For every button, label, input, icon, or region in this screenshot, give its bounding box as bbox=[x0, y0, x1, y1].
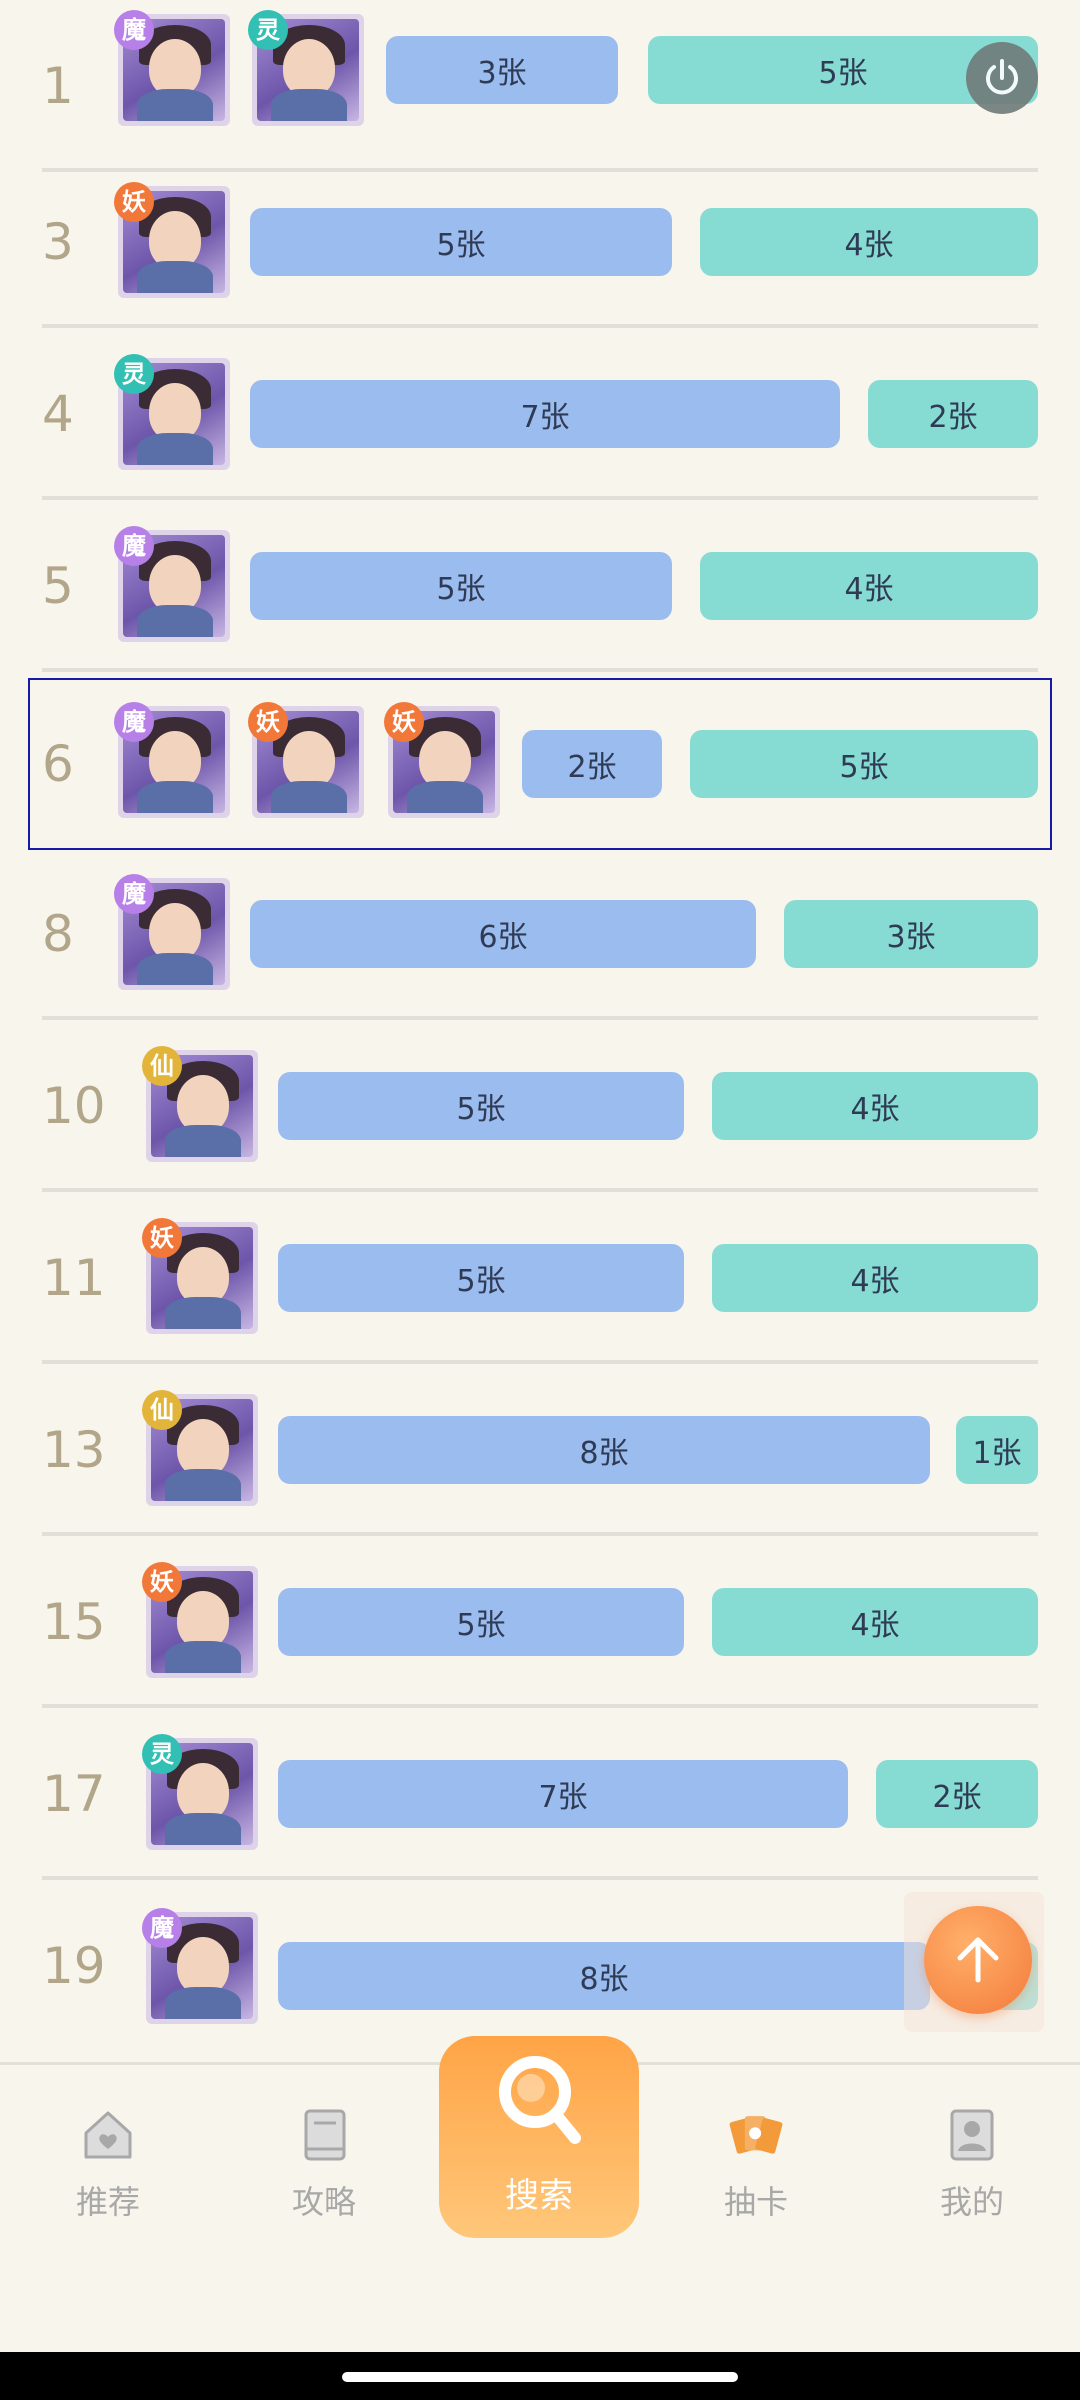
card-count-bar-blue: 2张 bbox=[522, 730, 662, 798]
faction-badge: 仙 bbox=[142, 1390, 182, 1430]
rank-number: 11 bbox=[42, 1249, 106, 1307]
rank-number: 6 bbox=[42, 735, 74, 793]
card-count-bar-blue: 8张 bbox=[278, 1942, 930, 2010]
list-item[interactable]: 3 妖 5张 4张 bbox=[42, 156, 1038, 328]
card-count-bar-blue: 7张 bbox=[250, 380, 840, 448]
search-button[interactable]: 搜索 bbox=[439, 2036, 639, 2238]
list-item-selected[interactable]: 6 魔 妖 妖 2张 5张 bbox=[28, 678, 1052, 850]
character-avatar[interactable]: 妖 bbox=[384, 702, 500, 818]
character-avatar[interactable]: 灵 bbox=[114, 354, 230, 470]
faction-badge: 魔 bbox=[114, 874, 154, 914]
cards-icon bbox=[729, 2116, 783, 2154]
tab-recommend[interactable]: 推荐 bbox=[38, 2105, 178, 2223]
tab-guide[interactable]: 攻略 bbox=[254, 2105, 394, 2223]
card-count-bar-teal: 4张 bbox=[700, 552, 1038, 620]
card-count-bar-teal: 4张 bbox=[712, 1588, 1038, 1656]
scroll-top-button[interactable] bbox=[904, 1892, 1044, 2032]
character-avatar[interactable]: 灵 bbox=[142, 1734, 258, 1850]
power-button[interactable] bbox=[966, 42, 1038, 114]
faction-badge: 魔 bbox=[114, 702, 154, 742]
tab-label: 搜索 bbox=[505, 2176, 573, 2216]
card-count-bar-teal: 4张 bbox=[712, 1072, 1038, 1140]
home-heart-icon bbox=[84, 2111, 132, 2159]
character-avatar[interactable]: 魔 bbox=[114, 702, 230, 818]
faction-badge: 妖 bbox=[248, 702, 288, 742]
card-count-bar-teal: 4张 bbox=[712, 1244, 1038, 1312]
card-count-bar-blue: 3张 bbox=[386, 36, 618, 104]
faction-badge: 妖 bbox=[142, 1218, 182, 1258]
list-item[interactable]: 5 魔 5张 4张 bbox=[42, 500, 1038, 672]
tab-label: 推荐 bbox=[75, 2183, 140, 2221]
faction-badge: 妖 bbox=[384, 702, 424, 742]
home-indicator[interactable] bbox=[342, 2372, 738, 2382]
faction-badge: 妖 bbox=[114, 182, 154, 222]
character-avatar[interactable]: 妖 bbox=[248, 702, 364, 818]
card-count-bar-teal: 3张 bbox=[784, 900, 1038, 968]
rank-number: 10 bbox=[42, 1077, 106, 1135]
character-avatar[interactable]: 魔 bbox=[114, 874, 230, 990]
card-count-bar-blue: 5张 bbox=[278, 1072, 684, 1140]
rank-number: 13 bbox=[42, 1421, 106, 1479]
rank-number: 15 bbox=[42, 1593, 106, 1651]
faction-badge: 仙 bbox=[142, 1046, 182, 1086]
character-avatar[interactable]: 妖 bbox=[114, 182, 230, 298]
faction-badge: 魔 bbox=[114, 10, 154, 50]
list-item[interactable]: 17 灵 7张 2张 bbox=[42, 1708, 1038, 1880]
book-icon bbox=[304, 2109, 346, 2161]
faction-badge: 妖 bbox=[142, 1562, 182, 1602]
character-avatar[interactable]: 魔 bbox=[114, 10, 230, 126]
card-count-bar-blue: 5张 bbox=[250, 208, 672, 276]
list-item[interactable]: 11 妖 5张 4张 bbox=[42, 1192, 1038, 1364]
rank-number: 8 bbox=[42, 905, 74, 963]
character-avatar[interactable]: 魔 bbox=[142, 1908, 258, 2024]
tab-mine[interactable]: 我的 bbox=[902, 2105, 1042, 2223]
arrow-up-icon bbox=[957, 1937, 999, 1983]
card-count-bar-teal: 4张 bbox=[700, 208, 1038, 276]
list-item[interactable]: 15 妖 5张 4张 bbox=[42, 1536, 1038, 1708]
card-count-bar-blue: 8张 bbox=[278, 1416, 930, 1484]
rank-number: 5 bbox=[42, 557, 74, 615]
card-count-bar-teal: 1张 bbox=[956, 1416, 1038, 1484]
tab-label: 攻略 bbox=[291, 2183, 356, 2221]
card-count-bar-blue: 7张 bbox=[278, 1760, 848, 1828]
system-navigation-bar bbox=[0, 2352, 1080, 2400]
list-item[interactable]: 8 魔 6张 3张 bbox=[42, 848, 1038, 1020]
faction-badge: 魔 bbox=[142, 1908, 182, 1948]
list-item[interactable]: 1 魔 灵 3张 5张 bbox=[42, 0, 1038, 172]
card-count-bar-blue: 5张 bbox=[250, 552, 672, 620]
search-icon bbox=[499, 2056, 581, 2144]
rank-number: 3 bbox=[42, 213, 74, 271]
card-count-bar-teal: 2张 bbox=[868, 380, 1038, 448]
tab-draw[interactable]: 抽卡 bbox=[686, 2105, 826, 2223]
character-avatar[interactable]: 仙 bbox=[142, 1390, 258, 1506]
rank-number: 19 bbox=[42, 1937, 106, 1995]
card-count-bar-blue: 6张 bbox=[250, 900, 756, 968]
faction-badge: 灵 bbox=[114, 354, 154, 394]
list-item[interactable]: 4 灵 7张 2张 bbox=[42, 328, 1038, 500]
rank-number: 4 bbox=[42, 385, 74, 443]
character-avatar[interactable]: 仙 bbox=[142, 1046, 258, 1162]
rank-number: 1 bbox=[42, 57, 74, 115]
character-avatar[interactable]: 妖 bbox=[142, 1218, 258, 1334]
character-avatar[interactable]: 妖 bbox=[142, 1562, 258, 1678]
card-count-bar-blue: 5张 bbox=[278, 1244, 684, 1312]
character-avatar[interactable]: 魔 bbox=[114, 526, 230, 642]
card-count-bar-blue: 5张 bbox=[278, 1588, 684, 1656]
faction-badge: 灵 bbox=[142, 1734, 182, 1774]
list-item[interactable]: 10 仙 5张 4张 bbox=[42, 1020, 1038, 1192]
faction-badge: 魔 bbox=[114, 526, 154, 566]
list-item[interactable]: 19 魔 8张 bbox=[42, 1880, 1038, 2052]
card-count-bar-teal: 2张 bbox=[876, 1760, 1038, 1828]
power-icon bbox=[986, 59, 1018, 95]
list-item[interactable]: 13 仙 8张 1张 bbox=[42, 1364, 1038, 1536]
card-count-bar-teal: 5张 bbox=[690, 730, 1038, 798]
tab-label: 抽卡 bbox=[723, 2183, 788, 2221]
tab-label: 我的 bbox=[939, 2183, 1004, 2221]
faction-badge: 灵 bbox=[248, 10, 288, 50]
profile-icon bbox=[950, 2109, 994, 2161]
rank-number: 17 bbox=[42, 1765, 106, 1823]
character-avatar[interactable]: 灵 bbox=[248, 10, 364, 126]
